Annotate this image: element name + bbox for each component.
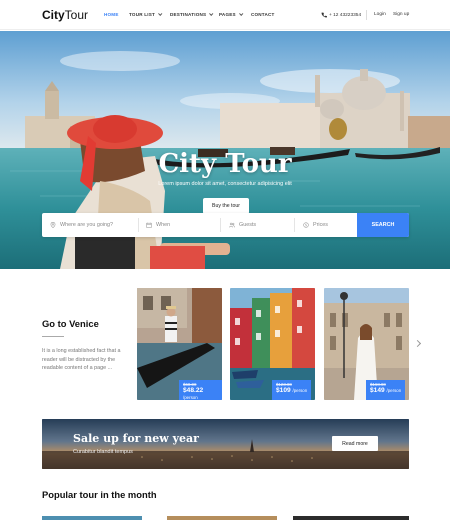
prices-input[interactable]: Prices bbox=[313, 222, 328, 228]
map-pin-icon bbox=[50, 222, 56, 228]
nav-pages[interactable]: PAGES bbox=[219, 11, 244, 17]
signup-link[interactable]: Sign up bbox=[393, 12, 409, 17]
tour-card[interactable]: $68.00 $48.22 /person bbox=[137, 288, 222, 400]
price-tag: $68.00 $48.22 /person bbox=[179, 380, 222, 400]
promo-banner: Sale up for new year Curabitur blandit t… bbox=[42, 419, 409, 469]
price-tag: $168.00 $149 /person bbox=[366, 380, 406, 400]
nav-tour-list[interactable]: TOUR LIST bbox=[129, 11, 163, 17]
section-title-popular: Popular tour in the month bbox=[42, 489, 157, 500]
buy-tour-button[interactable]: Buy the tour bbox=[203, 198, 249, 214]
logo[interactable]: CityTour bbox=[42, 8, 88, 22]
search-button[interactable]: SEARCH bbox=[357, 213, 409, 237]
phone-icon bbox=[321, 12, 327, 18]
prices-field[interactable]: Prices bbox=[303, 213, 358, 237]
popular-card-image[interactable] bbox=[167, 516, 277, 520]
site-header: CityTour HOME TOUR LIST DESTINATIONS PAG… bbox=[0, 0, 450, 30]
old-price: $168.00 bbox=[370, 382, 386, 387]
popular-card-image[interactable] bbox=[293, 516, 409, 520]
calendar-icon bbox=[146, 222, 152, 228]
when-field[interactable]: When bbox=[146, 213, 226, 237]
where-field[interactable]: Where are you going? bbox=[50, 213, 140, 237]
tour-card[interactable]: $123.00 $109 /person bbox=[230, 288, 315, 400]
page: CityTour HOME TOUR LIST DESTINATIONS PAG… bbox=[0, 0, 450, 520]
new-price: $149 /person bbox=[370, 387, 402, 394]
search-divider bbox=[138, 218, 139, 232]
login-link[interactable]: Login bbox=[374, 12, 386, 17]
search-divider bbox=[220, 218, 221, 232]
guests-input[interactable]: Guests bbox=[239, 222, 256, 228]
chevron-down-icon bbox=[158, 11, 163, 16]
where-input[interactable]: Where are you going? bbox=[60, 222, 113, 228]
header-divider bbox=[366, 10, 367, 20]
nav-home[interactable]: HOME bbox=[104, 12, 119, 17]
price-tag: $123.00 $109 /person bbox=[272, 380, 312, 400]
banner-subtitle: Curabitur blandit tempus bbox=[73, 449, 133, 455]
chevron-down-icon bbox=[238, 11, 244, 16]
chevron-right-icon[interactable] bbox=[413, 339, 422, 348]
nav-contact[interactable]: CONTACT bbox=[251, 12, 275, 17]
dollar-circle-icon bbox=[303, 222, 309, 228]
old-price: $123.00 bbox=[276, 382, 292, 387]
banner-title: Sale up for new year bbox=[73, 432, 199, 445]
phone-number[interactable]: + 12 43223354 bbox=[321, 12, 361, 18]
hero-subtitle: Lorem ipsum dolor sit amet, consectetur … bbox=[158, 181, 292, 187]
search-bar: Where are you going? When Guests Prices … bbox=[42, 213, 409, 237]
nav-destinations[interactable]: DESTINATIONS bbox=[170, 11, 214, 17]
new-price: $48.22 /person bbox=[183, 387, 204, 400]
when-input[interactable]: When bbox=[156, 222, 170, 228]
guests-field[interactable]: Guests bbox=[229, 213, 299, 237]
tour-card[interactable]: $168.00 $149 /person bbox=[324, 288, 409, 400]
venice-description: It is a long established fact that a rea… bbox=[42, 348, 121, 372]
old-price: $68.00 bbox=[183, 382, 197, 387]
users-icon bbox=[229, 222, 235, 228]
popular-card-image[interactable] bbox=[42, 516, 142, 520]
chevron-down-icon bbox=[209, 11, 214, 16]
hero-title: City Tour bbox=[158, 149, 292, 179]
section-title-venice: Go to Venice bbox=[42, 318, 99, 329]
search-divider bbox=[294, 218, 295, 232]
section-divider bbox=[42, 336, 64, 337]
new-price: $109 /person bbox=[276, 387, 308, 394]
read-more-button[interactable]: Read more bbox=[332, 436, 378, 451]
